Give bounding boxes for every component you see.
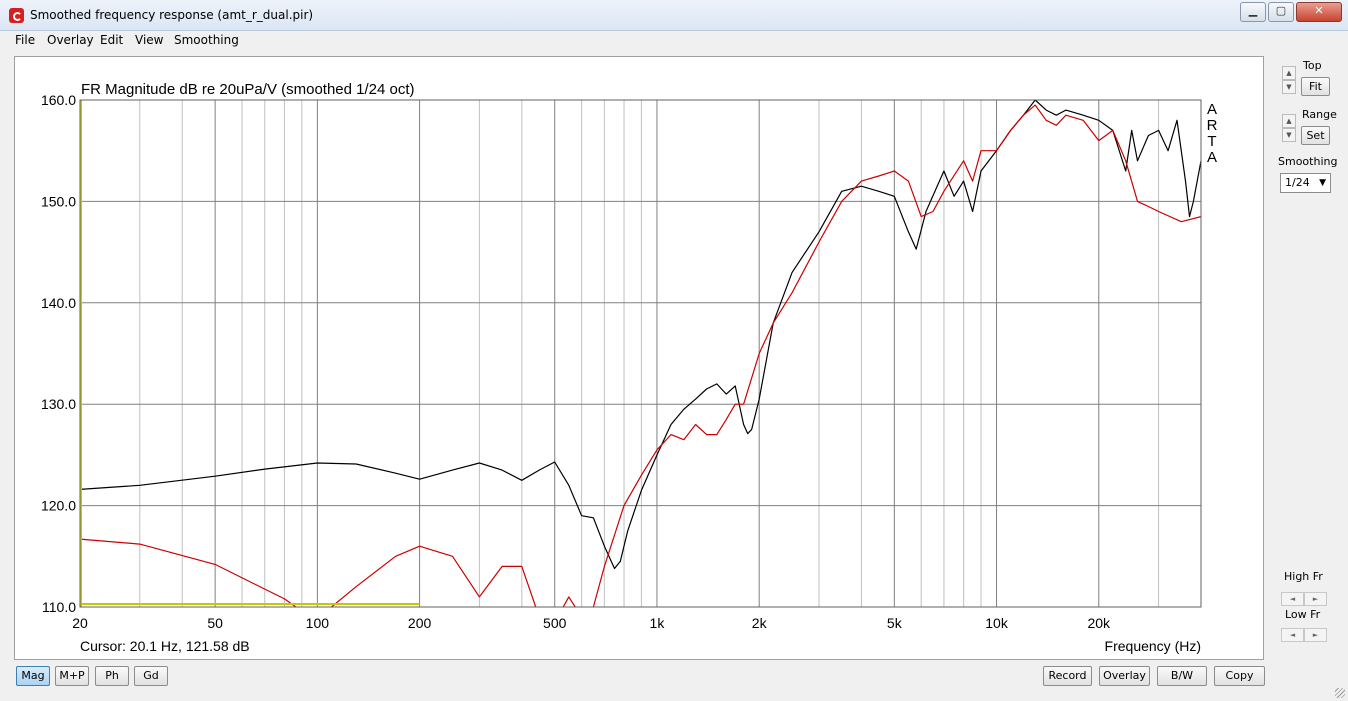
smoothing-label: Smoothing xyxy=(1278,155,1338,168)
high-fr-right-arrow-icon[interactable]: ► xyxy=(1304,592,1327,606)
y-tick-label: 140.0 xyxy=(41,295,76,311)
menu-smoothing[interactable]: Smoothing xyxy=(174,33,239,47)
title-bar: Smoothed frequency response (amt_r_dual.… xyxy=(0,0,1348,31)
range-up-spin[interactable]: ▲ xyxy=(1282,114,1296,128)
menu-edit[interactable]: Edit xyxy=(100,33,123,47)
x-tick-label: 500 xyxy=(543,615,567,631)
range-label: Range xyxy=(1302,108,1337,121)
y-tick-label: 130.0 xyxy=(41,396,76,412)
arta-brand-a2: A xyxy=(1207,149,1217,166)
plot-area-frame xyxy=(79,99,1202,608)
arta-brand-a1: A xyxy=(1207,101,1217,118)
low-fr-arrows: ◄ ► xyxy=(1281,626,1327,642)
maximize-button[interactable]: ▢ xyxy=(1268,2,1294,22)
low-fr-label: Low Fr xyxy=(1285,608,1321,621)
chevron-down-icon: ▼ xyxy=(1319,178,1326,188)
top-up-spin[interactable]: ▲ xyxy=(1282,66,1296,80)
chart-title: FR Magnitude dB re 20uPa/V (smoothed 1/2… xyxy=(81,81,415,98)
smoothing-select-value: 1/24 xyxy=(1285,176,1310,189)
x-tick-label: 50 xyxy=(207,615,223,631)
m-plus-p-button[interactable]: M+P xyxy=(55,666,89,686)
y-tick-label: 120.0 xyxy=(41,498,76,514)
x-tick-label: 5k xyxy=(887,615,903,631)
cursor-readout: Cursor: 20.1 Hz, 121.58 dB xyxy=(80,638,250,654)
y-tick-label: 160.0 xyxy=(41,92,76,108)
resize-grip[interactable] xyxy=(1335,688,1345,698)
minimize-button[interactable]: ▁ xyxy=(1240,2,1266,22)
low-fr-right-arrow-icon[interactable]: ► xyxy=(1304,628,1327,642)
high-fr-arrows: ◄ ► xyxy=(1281,590,1327,606)
x-tick-label: 100 xyxy=(306,615,330,631)
x-tick-label: 1k xyxy=(650,615,666,631)
smoothing-select[interactable]: 1/24 ▼ xyxy=(1280,173,1331,193)
x-tick-label: 10k xyxy=(985,615,1009,631)
record-button[interactable]: Record xyxy=(1043,666,1092,686)
range-down-spin[interactable]: ▼ xyxy=(1282,128,1296,142)
x-axis-label: Frequency (Hz) xyxy=(1105,638,1201,654)
set-button[interactable]: Set xyxy=(1301,126,1330,145)
menu-overlay[interactable]: Overlay xyxy=(47,33,94,47)
chart-panel: FR Magnitude dB re 20uPa/V (smoothed 1/2… xyxy=(14,56,1264,660)
ph-button[interactable]: Ph xyxy=(95,666,129,686)
copy-button[interactable]: Copy xyxy=(1214,666,1265,686)
x-tick-label: 2k xyxy=(752,615,768,631)
arta-brand-t: T xyxy=(1207,133,1216,150)
y-tick-label: 110.0 xyxy=(42,599,76,615)
close-button[interactable]: ✕ xyxy=(1296,2,1342,22)
high-fr-left-arrow-icon[interactable]: ◄ xyxy=(1281,592,1304,606)
bw-button[interactable]: B/W xyxy=(1157,666,1207,686)
gd-button[interactable]: Gd xyxy=(134,666,168,686)
fit-button[interactable]: Fit xyxy=(1301,77,1330,96)
window-title: Smoothed frequency response (amt_r_dual.… xyxy=(30,8,314,22)
x-tick-label: 200 xyxy=(408,615,432,631)
x-tick-label: 20k xyxy=(1087,615,1111,631)
y-tick-label: 150.0 xyxy=(41,193,76,209)
app-icon xyxy=(9,8,24,23)
top-down-spin[interactable]: ▼ xyxy=(1282,80,1296,94)
menu-bar: File Overlay Edit View Smoothing xyxy=(0,31,1348,50)
arta-brand-r: R xyxy=(1207,117,1218,134)
frequency-response-chart[interactable]: FR Magnitude dB re 20uPa/V (smoothed 1/2… xyxy=(15,57,1263,659)
mag-button[interactable]: Mag xyxy=(16,666,50,686)
high-fr-label: High Fr xyxy=(1284,570,1323,583)
low-fr-left-arrow-icon[interactable]: ◄ xyxy=(1281,628,1304,642)
series-red-line xyxy=(80,104,1201,607)
menu-view[interactable]: View xyxy=(135,33,163,47)
x-tick-label: 20 xyxy=(72,615,88,631)
overlay-button[interactable]: Overlay xyxy=(1099,666,1150,686)
top-label: Top xyxy=(1303,59,1322,72)
series-black-line xyxy=(80,100,1201,570)
menu-file[interactable]: File xyxy=(15,33,35,47)
